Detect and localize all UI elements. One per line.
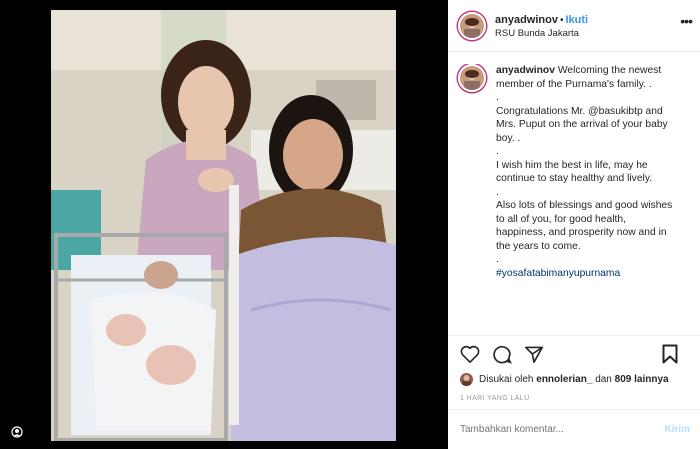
hashtag-link[interactable]: #yosafatabimanyupurnama <box>496 267 676 281</box>
photo-viewer <box>0 0 448 449</box>
author-username[interactable]: anyadwinov <box>495 14 558 26</box>
liker-username[interactable]: ennolerian_ <box>536 374 592 385</box>
caption-area: anyadwinov Welcoming the newest member o… <box>448 64 700 328</box>
caption-line: Congratulations Mr. @basukibtp and Mrs. … <box>496 105 668 144</box>
post-panel: anyadwinov • Ikuti RSU Bunda Jakarta ••• a… <box>448 0 700 449</box>
bookmark-icon[interactable] <box>662 344 678 369</box>
caption-username[interactable]: anyadwinov <box>496 65 555 76</box>
caption-line: . <box>496 146 499 157</box>
likes-count[interactable]: 809 lainnya <box>615 374 669 385</box>
comment-form: Kirim <box>448 409 700 449</box>
send-button[interactable]: Kirim <box>664 424 690 435</box>
caption-line: . <box>496 186 499 198</box>
likes-joiner: dan <box>595 374 612 385</box>
caption-line: . <box>496 254 499 265</box>
likes-prefix: Disukai oleh <box>479 374 534 385</box>
share-icon[interactable] <box>524 345 544 368</box>
heart-icon[interactable] <box>460 345 480 368</box>
liker-avatar[interactable] <box>460 373 473 386</box>
caption-line: I wish him the best in life, may he cont… <box>496 159 653 185</box>
more-icon[interactable]: ••• <box>680 13 693 29</box>
separator-dot: • <box>559 14 564 26</box>
post-caption: anyadwinov Welcoming the newest member o… <box>496 64 676 280</box>
comment-icon[interactable] <box>492 344 512 369</box>
likes-summary: Disukai oleh ennolerian_ dan 809 lainnya <box>460 373 690 386</box>
caption-avatar[interactable] <box>458 64 486 92</box>
caption-line: . <box>496 92 499 103</box>
instagram-icon <box>11 425 23 438</box>
post-header: anyadwinov • Ikuti RSU Bunda Jakarta ••• <box>448 0 700 52</box>
post-location[interactable]: RSU Bunda Jakarta <box>495 27 588 40</box>
follow-button[interactable]: Ikuti <box>565 14 588 26</box>
post-photo[interactable] <box>51 10 396 441</box>
author-avatar[interactable] <box>458 11 486 40</box>
comment-input[interactable] <box>460 424 665 435</box>
post-timestamp[interactable]: 1 HARI YANG LALU <box>460 395 690 402</box>
caption-line: Also lots of blessings and good wishes t… <box>496 200 673 252</box>
